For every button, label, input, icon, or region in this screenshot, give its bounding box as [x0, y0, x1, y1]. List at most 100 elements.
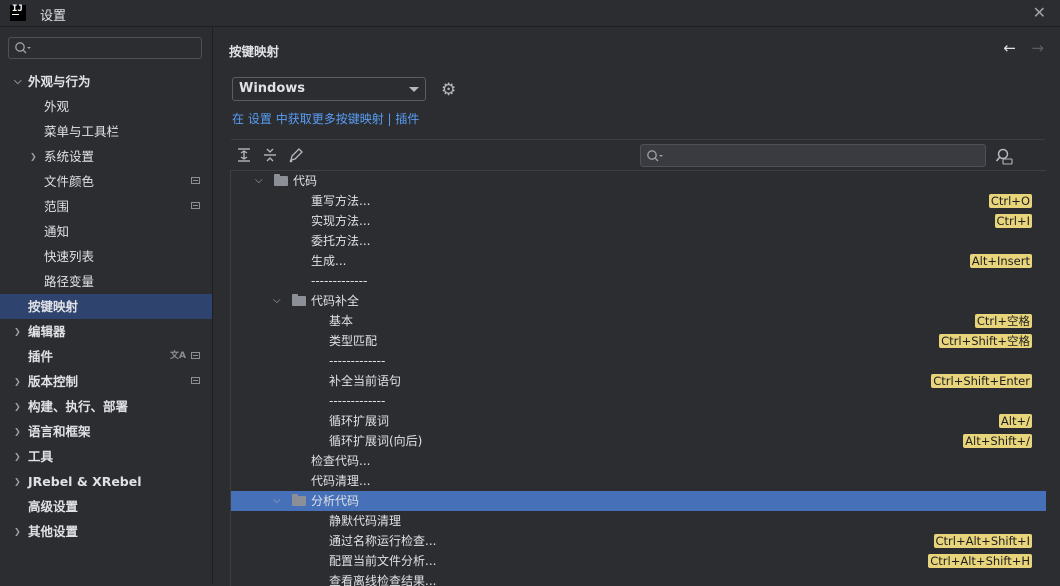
- action-row[interactable]: 循环扩展词 Alt+/: [231, 411, 1046, 431]
- sidebar-item[interactable]: 通知: [0, 219, 212, 244]
- action-search-input[interactable]: [640, 144, 986, 167]
- back-arrow-icon[interactable]: ←: [1003, 39, 1016, 57]
- settings-link[interactable]: 设置: [248, 112, 272, 126]
- chevron-right-icon[interactable]: ❯: [14, 319, 21, 344]
- find-by-shortcut-icon[interactable]: [995, 147, 1013, 165]
- action-label: 代码: [293, 174, 318, 188]
- sidebar-item-label: 按键映射: [28, 299, 79, 314]
- chevron-right-icon[interactable]: ❯: [14, 469, 21, 494]
- action-label: 基本: [329, 314, 354, 328]
- action-row[interactable]: 通过名称运行检查... Ctrl+Alt+Shift+I: [231, 531, 1046, 551]
- action-group-row[interactable]: ⌵ 分析代码: [231, 491, 1046, 511]
- action-row[interactable]: 静默代码清理: [231, 511, 1046, 531]
- shortcut-badge: Ctrl+O: [988, 194, 1032, 208]
- action-row[interactable]: 类型匹配 Ctrl+Shift+空格: [231, 331, 1046, 351]
- sidebar-item[interactable]: 高级设置: [0, 494, 212, 519]
- action-row[interactable]: 配置当前文件分析... Ctrl+Alt+Shift+H: [231, 551, 1046, 571]
- expand-all-icon[interactable]: [236, 147, 252, 163]
- sidebar-item[interactable]: ❯ 语言和框架: [0, 419, 212, 444]
- action-tree: ⌵ 代码重写方法... Ctrl+O 实现方法... Ctrl+I 委托方法... 生成..…: [230, 170, 1046, 586]
- shortcut-badge: Ctrl+Alt+Shift+H: [928, 554, 1032, 568]
- sidebar-item-label: 菜单与工具栏: [44, 124, 120, 139]
- settings-tree: ⌵ 外观与行为外观菜单与工具栏 ❯ 系统设置文件颜色范围 通知 快速列表 路径变量按键映射 ❯…: [0, 69, 212, 544]
- action-label: 循环扩展词: [329, 414, 390, 428]
- action-row[interactable]: 基本 Ctrl+空格: [231, 311, 1046, 331]
- action-row[interactable]: -------------: [231, 271, 1046, 291]
- chevron-right-icon[interactable]: ❯: [14, 444, 21, 469]
- folder-icon: [292, 294, 306, 306]
- chevron-down-icon[interactable]: ⌵: [273, 491, 281, 511]
- sidebar-item-label: 编辑器: [28, 324, 66, 339]
- action-label: 代码补全: [311, 294, 360, 308]
- sidebar-item-label: 文件颜色: [44, 174, 95, 189]
- sidebar-item[interactable]: 按键映射: [0, 294, 212, 319]
- action-group-row[interactable]: ⌵ 代码: [231, 171, 1046, 191]
- forward-arrow-icon[interactable]: →: [1031, 39, 1044, 57]
- shortcut-badge: Alt+Shift+/: [963, 434, 1032, 448]
- action-row[interactable]: 查看离线检查结果...: [231, 571, 1046, 586]
- chevron-down-icon[interactable]: ⌵: [255, 171, 263, 191]
- action-label: 委托方法...: [311, 234, 371, 248]
- action-row[interactable]: 循环扩展词(向后) Alt+Shift+/: [231, 431, 1046, 451]
- sidebar-item[interactable]: 外观: [0, 94, 212, 119]
- gear-icon[interactable]: ⚙: [441, 80, 456, 100]
- chevron-right-icon[interactable]: ❯: [14, 519, 21, 544]
- sidebar-item-label: 构建、执行、部署: [28, 399, 129, 414]
- collapse-all-icon[interactable]: [262, 147, 278, 163]
- close-icon[interactable]: ✕: [1033, 3, 1046, 22]
- chevron-right-icon[interactable]: ❯: [30, 144, 37, 169]
- action-row[interactable]: -------------: [231, 351, 1046, 371]
- settings-sidebar: ⌵ 外观与行为外观菜单与工具栏 ❯ 系统设置文件颜色范围 通知 快速列表 路径变量按键映射 ❯…: [0, 27, 213, 585]
- edit-shortcut-icon[interactable]: [288, 147, 304, 163]
- sidebar-item[interactable]: ❯ JRebel & XRebel: [0, 469, 212, 494]
- sidebar-item-label: 系统设置: [44, 149, 95, 164]
- shortcut-badge: Alt+Insert: [969, 254, 1032, 268]
- sidebar-item[interactable]: 路径变量: [0, 269, 212, 294]
- action-row[interactable]: 代码清理...: [231, 471, 1046, 491]
- sidebar-item[interactable]: ❯ 其他设置: [0, 519, 212, 544]
- sidebar-item[interactable]: 文件颜色: [0, 169, 212, 194]
- sidebar-item-label: 其他设置: [28, 524, 79, 539]
- action-label: 配置当前文件分析...: [329, 554, 437, 568]
- sidebar-item[interactable]: ⌵ 外观与行为: [0, 69, 212, 94]
- action-row[interactable]: 补全当前语句 Ctrl+Shift+Enter: [231, 371, 1046, 391]
- sidebar-item-label: 高级设置: [28, 499, 79, 514]
- action-label: -------------: [329, 394, 386, 408]
- sidebar-item[interactable]: 插件 文A: [0, 344, 212, 369]
- action-row[interactable]: -------------: [231, 391, 1046, 411]
- settings-search-input[interactable]: [8, 37, 202, 59]
- sidebar-item-label: JRebel & XRebel: [28, 474, 142, 489]
- keymap-dropdown[interactable]: Windows: [232, 77, 426, 101]
- shortcut-badge: Alt+/: [998, 414, 1032, 428]
- sidebar-item-label: 版本控制: [28, 374, 79, 389]
- sidebar-item[interactable]: 范围: [0, 194, 212, 219]
- chevron-right-icon[interactable]: ❯: [14, 419, 21, 444]
- plugins-link[interactable]: 插件: [395, 112, 419, 126]
- action-label: 分析代码: [311, 494, 360, 508]
- sidebar-item[interactable]: ❯ 系统设置: [0, 144, 212, 169]
- sidebar-item[interactable]: ❯ 版本控制: [0, 369, 212, 394]
- action-label: 检查代码...: [311, 454, 371, 468]
- chevron-down-icon[interactable]: ⌵: [14, 69, 22, 94]
- get-more-middle: 中获取更多按键映射: [275, 112, 384, 126]
- action-row[interactable]: 委托方法...: [231, 231, 1046, 251]
- sidebar-item[interactable]: ❯ 编辑器: [0, 319, 212, 344]
- chevron-down-icon[interactable]: ⌵: [273, 291, 281, 311]
- sidebar-item[interactable]: ❯ 工具: [0, 444, 212, 469]
- sidebar-item-label: 外观与行为: [28, 74, 91, 89]
- link-separator: |: [387, 112, 392, 126]
- action-row[interactable]: 重写方法... Ctrl+O: [231, 191, 1046, 211]
- shortcut-badge: Ctrl+Shift+空格: [939, 334, 1032, 348]
- project-level-icon: [191, 177, 200, 184]
- action-row[interactable]: 检查代码...: [231, 451, 1046, 471]
- action-group-row[interactable]: ⌵ 代码补全: [231, 291, 1046, 311]
- sidebar-item[interactable]: 快速列表: [0, 244, 212, 269]
- chevron-right-icon[interactable]: ❯: [14, 394, 21, 419]
- action-row[interactable]: 实现方法... Ctrl+I: [231, 211, 1046, 231]
- search-icon: [647, 150, 663, 162]
- sidebar-item[interactable]: ❯ 构建、执行、部署: [0, 394, 212, 419]
- sidebar-item[interactable]: 菜单与工具栏: [0, 119, 212, 144]
- chevron-right-icon[interactable]: ❯: [14, 369, 21, 394]
- action-row[interactable]: 生成... Alt+Insert: [231, 251, 1046, 271]
- get-more-keymaps-link-row: 在 设置 中获取更多按键映射 | 插件: [232, 110, 419, 127]
